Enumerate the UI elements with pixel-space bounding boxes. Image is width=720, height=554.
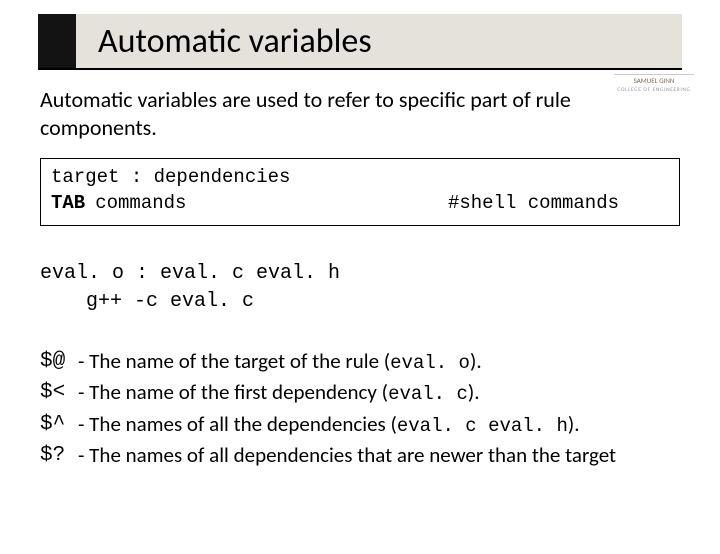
syntax-tab: TAB <box>51 191 85 217</box>
variable-symbol: $@ <box>40 346 78 378</box>
variable-row: $^ - The names of all the dependencies (… <box>40 409 680 441</box>
slide-body: Automatic variables are used to refer to… <box>0 70 720 472</box>
variable-symbol: $< <box>40 377 78 409</box>
example-line-1: eval. o : eval. c eval. h <box>40 260 680 288</box>
example-line-2: g++ -c eval. c <box>40 288 680 316</box>
variable-desc: - The names of all dependencies that are… <box>78 440 680 472</box>
syntax-comment: #shell commands <box>448 191 669 217</box>
example-block: eval. o : eval. c eval. h g++ -c eval. c <box>40 260 680 316</box>
logo-subline-3: COLLEGE OF ENGINEERING <box>608 87 700 93</box>
variable-desc: - The name of the first dependency (eval… <box>78 377 680 409</box>
variable-row: $< - The name of the first dependency (e… <box>40 377 680 409</box>
variable-list: $@ - The name of the target of the rule … <box>40 346 680 472</box>
title-bar: Automatic variables <box>38 14 682 70</box>
syntax-line-1: target : dependencies <box>51 165 669 191</box>
variable-symbol: $? <box>40 440 78 472</box>
variable-desc: - The names of all the dependencies (eva… <box>78 409 680 441</box>
variable-row: $@ - The name of the target of the rule … <box>40 346 680 378</box>
logo-subline-2: SAMUEL GINN <box>608 77 700 85</box>
variable-row: $? - The names of all dependencies that … <box>40 440 680 472</box>
syntax-commands: commands <box>95 191 186 217</box>
variable-desc: - The name of the target of the rule (ev… <box>78 346 680 378</box>
syntax-box: target : dependencies TAB commands #shel… <box>40 158 680 225</box>
intro-text: Automatic variables are used to refer to… <box>40 86 680 142</box>
page-title: Automatic variables <box>98 21 372 62</box>
variable-symbol: $^ <box>40 409 78 441</box>
